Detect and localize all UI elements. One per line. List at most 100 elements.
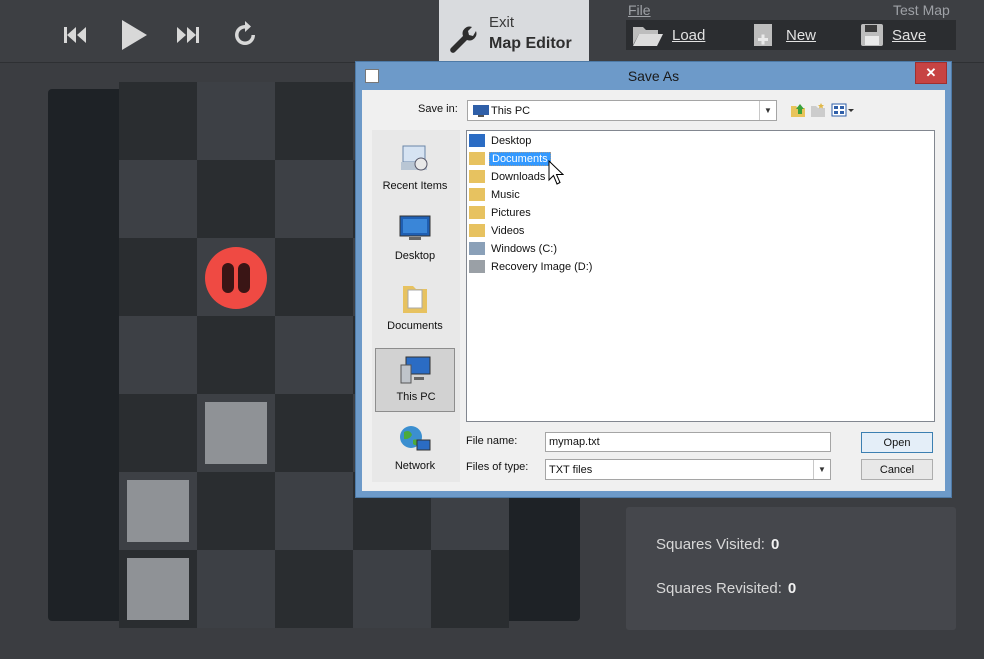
load-button[interactable]: Load: [632, 20, 705, 50]
board-cell[interactable]: [197, 82, 275, 160]
skip-forward-icon: [177, 27, 199, 43]
file-list-item[interactable]: Desktop: [469, 132, 533, 149]
windows-drive-icon: [469, 242, 485, 255]
board-cell[interactable]: [197, 550, 275, 628]
file-list-item[interactable]: Music: [469, 186, 522, 203]
board-cell[interactable]: [275, 82, 353, 160]
file-menu-label: File: [628, 2, 651, 18]
board-cell[interactable]: [197, 316, 275, 394]
board-cell[interactable]: [275, 160, 353, 238]
dialog-body: Save in: This PC ▼ Recent Items Desktop …: [362, 90, 945, 491]
wall-block[interactable]: [205, 402, 267, 464]
squares-revisited: Squares Revisited: 0: [656, 580, 796, 597]
skip-back-icon: [64, 27, 86, 43]
files-of-type-combo[interactable]: TXT files ▼: [545, 459, 831, 480]
exit-label: Exit: [489, 14, 515, 31]
file-list-item[interactable]: Videos: [469, 222, 526, 239]
close-button[interactable]: ✕: [915, 62, 947, 84]
place-label: Network: [394, 460, 436, 472]
board-cell[interactable]: [353, 550, 431, 628]
place-documents[interactable]: Documents: [375, 278, 455, 342]
place-this-pc[interactable]: This PC: [375, 348, 455, 412]
this-pc-icon: [400, 356, 431, 384]
file-list-item-label: Recovery Image (D:): [491, 260, 593, 273]
save-label: Save: [892, 26, 927, 44]
file-list-item-label: Downloads: [491, 170, 546, 183]
stats-panel: Squares Visited: 0 Squares Revisited: 0: [626, 507, 956, 630]
board-cell[interactable]: [119, 238, 197, 316]
restart-button[interactable]: [229, 18, 261, 52]
view-menu-icon[interactable]: [831, 102, 855, 118]
file-list-item[interactable]: Downloads: [469, 168, 547, 185]
file-list-item-label: Music: [491, 188, 520, 201]
save-button[interactable]: Save: [860, 20, 926, 50]
save-in-combo[interactable]: This PC ▼: [467, 100, 777, 121]
files-of-type-label: Files of type:: [466, 461, 529, 473]
file-list-item[interactable]: Pictures: [469, 204, 533, 221]
place-desktop[interactable]: Desktop: [375, 208, 455, 272]
new-label: New: [786, 26, 817, 44]
play-button[interactable]: [117, 18, 149, 52]
board-cell[interactable]: [119, 394, 197, 472]
wall-block[interactable]: [127, 558, 189, 620]
new-folder-icon[interactable]: [810, 102, 826, 118]
up-folder-icon[interactable]: [790, 102, 806, 118]
file-list-item[interactable]: Windows (C:): [469, 240, 559, 257]
computer-icon: [473, 105, 489, 117]
board-cell[interactable]: [275, 238, 353, 316]
network-globe-icon: [400, 426, 431, 451]
player-eye: [238, 263, 250, 293]
cancel-button[interactable]: Cancel: [861, 459, 933, 480]
board-cell[interactable]: [119, 82, 197, 160]
save-disk-icon: [861, 24, 883, 46]
board-cell[interactable]: [197, 472, 275, 550]
wrench-icon: [450, 26, 477, 53]
skip-forward-button[interactable]: [172, 18, 204, 52]
file-list-item[interactable]: Recovery Image (D:): [469, 258, 594, 275]
videos-folder-icon: [469, 224, 485, 237]
new-button[interactable]: New: [752, 20, 816, 50]
chevron-down-icon: ▼: [813, 460, 830, 479]
board-cell[interactable]: [275, 472, 353, 550]
recent-items-icon: [401, 145, 428, 171]
documents-folder-icon: [403, 286, 427, 313]
save-in-label: Save in:: [418, 103, 458, 115]
squares-visited: Squares Visited: 0: [656, 536, 779, 553]
squares-revisited-value: 0: [787, 580, 797, 597]
board-cell[interactable]: [119, 316, 197, 394]
file-list-item[interactable]: Documents: [469, 150, 551, 167]
chevron-down-icon: ▼: [759, 101, 776, 120]
map-editor-label: Map Editor: [489, 35, 572, 52]
place-network[interactable]: Network: [375, 418, 455, 482]
file-actions-bar: Load New Save: [626, 20, 956, 50]
file-list-item-label: Videos: [491, 224, 525, 237]
place-recent-items[interactable]: Recent Items: [375, 138, 455, 202]
skip-back-button[interactable]: [59, 18, 91, 52]
top-toolbar: Exit Map Editor File Test Map Load New S…: [0, 0, 984, 63]
place-label: Documents: [387, 320, 443, 332]
file-list-item-label: Documents: [489, 151, 551, 166]
folder-open-icon: [633, 27, 663, 46]
dialog-titlebar[interactable]: Save As ✕: [356, 62, 951, 90]
squares-visited-label: Squares Visited:: [656, 536, 765, 553]
file-list-item-label: Desktop: [491, 134, 532, 147]
dialog-title: Save As: [627, 68, 680, 84]
file-list[interactable]: Desktop Documents Downloads Music Pictures Vi…: [466, 130, 935, 422]
wall-block[interactable]: [127, 480, 189, 542]
music-folder-icon: [469, 188, 485, 201]
downloads-folder-icon: [469, 170, 485, 183]
file-name-input[interactable]: mymap.txt: [545, 432, 831, 452]
board-cell[interactable]: [275, 316, 353, 394]
restart-icon: [235, 21, 255, 45]
desktop-icon: [469, 134, 485, 147]
board-cell[interactable]: [119, 160, 197, 238]
board-cell[interactable]: [197, 160, 275, 238]
board-cell[interactable]: [275, 394, 353, 472]
documents-folder-icon: [469, 152, 485, 165]
exit-map-editor-button[interactable]: Exit Map Editor: [439, 0, 589, 62]
board-cell[interactable]: [275, 550, 353, 628]
test-map-label[interactable]: Test Map: [893, 2, 950, 18]
open-button[interactable]: Open: [861, 432, 933, 453]
file-name-label: File name:: [466, 435, 518, 447]
board-cell[interactable]: [431, 550, 509, 628]
